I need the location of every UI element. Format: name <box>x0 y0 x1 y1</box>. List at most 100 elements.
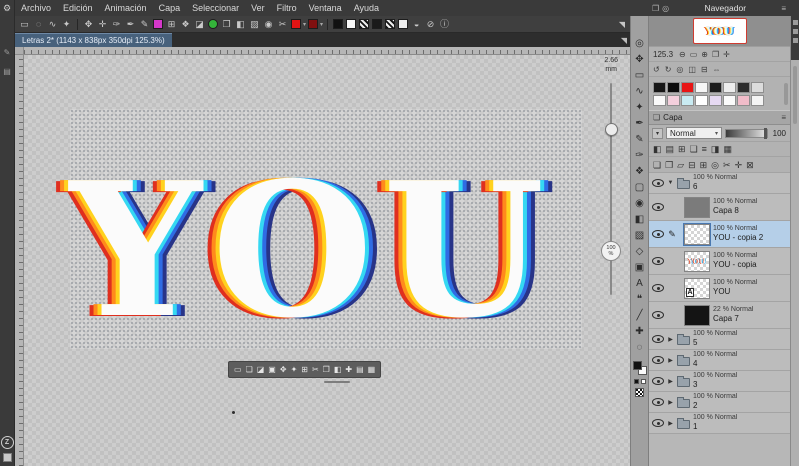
palette-b-icon[interactable]: ▤ <box>666 143 675 155</box>
palette-e-icon[interactable]: ≡ <box>702 143 707 155</box>
launcher-drag-handle[interactable] <box>324 381 350 383</box>
layer-thumbnail[interactable] <box>684 304 710 326</box>
app-logo-icon[interactable]: Z <box>0 436 14 449</box>
launcher-icon-9[interactable]: ◧ <box>334 363 342 376</box>
palette-d-icon[interactable]: ❏ <box>690 143 698 155</box>
nav-rotate-right-icon[interactable]: ↻ <box>665 65 672 74</box>
duplicate-icon[interactable]: ❐ <box>220 16 233 32</box>
brush-tool-icon[interactable]: ✑ <box>632 148 648 164</box>
line-tool-icon[interactable]: ╱ <box>632 308 648 324</box>
panel-scrollbar-thumb[interactable] <box>793 66 797 124</box>
nav-actual-size-icon[interactable]: ✛ <box>723 50 730 59</box>
dock-icon[interactable] <box>792 29 798 34</box>
layers-panel-menu-icon[interactable]: ≡ <box>781 113 786 122</box>
fill-tool-icon[interactable]: ◧ <box>632 212 648 228</box>
color-swatch[interactable] <box>695 82 708 93</box>
white-swatch-icon[interactable] <box>346 19 357 29</box>
toolbar-collapse-icon[interactable]: ◥ <box>619 20 627 29</box>
ruler-icon[interactable]: ✛ <box>735 159 743 171</box>
menu-item-ventana[interactable]: Ventana <box>303 0 348 16</box>
document-tab[interactable]: Letras 2* (1143 x 838px 350dpi 125.3%) <box>15 33 172 47</box>
menu-item-seleccionar[interactable]: Seleccionar <box>186 0 245 16</box>
color-swatch[interactable] <box>653 82 666 93</box>
nav-reset-view-icon[interactable]: ⇔ <box>713 65 721 74</box>
color-swatch[interactable] <box>751 82 764 93</box>
red-swatch-icon[interactable] <box>291 19 301 29</box>
layer-thumbnail[interactable] <box>684 196 710 218</box>
color-swatch[interactable] <box>681 95 694 106</box>
gradient-tool-icon[interactable]: ▨ <box>632 228 648 244</box>
cut-icon[interactable]: ✂ <box>276 16 289 32</box>
visibility-eye-icon[interactable] <box>652 335 664 343</box>
red-swatch-group[interactable]: ▾ <box>290 19 306 29</box>
color-swatch[interactable] <box>723 82 736 93</box>
left-dock-icon-0[interactable]: ✎ <box>4 48 11 57</box>
fill-icon[interactable]: ◧ <box>234 16 247 32</box>
navigate-icon[interactable]: ✛ <box>96 16 109 32</box>
tabbar-collapse-icon[interactable]: ◥ <box>621 34 630 47</box>
pen-icon[interactable]: ✒ <box>124 16 137 32</box>
panel-menu-icon[interactable]: ≡ <box>781 4 786 13</box>
launcher-icon-2[interactable]: ◪ <box>257 363 265 376</box>
launcher-icon-0[interactable]: ▭ <box>234 363 242 376</box>
layer-row-5[interactable]: ▶ 100 % Normal 5 <box>649 329 790 350</box>
color-swatch[interactable] <box>723 95 736 106</box>
palette-c-icon[interactable]: ⊞ <box>678 143 686 155</box>
layer-row-2[interactable]: ▶ 100 % Normal 2 <box>649 392 790 413</box>
pattern-swatch-2-icon[interactable] <box>385 19 396 29</box>
sub-color-chip[interactable] <box>640 379 646 384</box>
apply-mask-icon[interactable]: ✂ <box>723 159 731 171</box>
menu-item-archivo[interactable]: Archivo <box>15 0 57 16</box>
palette-g-icon[interactable]: ▦ <box>723 143 732 155</box>
delete-layer-icon[interactable]: ⊠ <box>746 159 754 171</box>
color-swatch[interactable] <box>667 95 680 106</box>
nav-reset-rotation-icon[interactable]: ◎ <box>676 65 683 74</box>
menu-item-filtro[interactable]: Filtro <box>271 0 303 16</box>
color-swatch[interactable] <box>681 82 694 93</box>
navigator-view-frame[interactable]: YOU <box>692 18 747 44</box>
light-swatch-icon[interactable] <box>398 19 409 29</box>
nav-zoom-in-icon[interactable]: ⊕ <box>701 50 708 59</box>
decoration-icon[interactable]: ❖ <box>179 16 192 32</box>
merge-down-icon[interactable]: ⊞ <box>700 159 708 171</box>
menu-item-edición[interactable]: Edición <box>57 0 99 16</box>
dock-icon[interactable] <box>792 20 798 25</box>
move-tool-icon[interactable]: ✥ <box>632 52 648 68</box>
visibility-eye-icon[interactable] <box>652 419 664 427</box>
layer-thumbnail[interactable]: YOU <box>684 250 710 272</box>
balloon-tool-icon[interactable]: ❝ <box>632 292 648 308</box>
zoom-slider-track[interactable] <box>610 83 612 295</box>
visibility-eye-icon[interactable] <box>652 356 664 364</box>
lightcircle-tool-icon[interactable]: ◌ <box>632 340 648 356</box>
blend-mode-select[interactable]: Normal ▾ <box>666 127 722 139</box>
visibility-eye-icon[interactable] <box>652 257 664 265</box>
lasso-tool-icon[interactable]: ∿ <box>632 84 648 100</box>
nav-flip-horizontal-icon[interactable]: ◫ <box>688 65 696 74</box>
left-dock-icon-1[interactable]: ▤ <box>3 67 11 76</box>
pencil-icon[interactable]: ✎ <box>138 16 151 32</box>
visibility-eye-icon[interactable] <box>652 230 664 238</box>
layer-row-4[interactable]: ▶ 100 % Normal 4 <box>649 350 790 371</box>
info-icon[interactable]: ⓘ <box>438 16 451 32</box>
transfer-down-icon[interactable]: ⊟ <box>688 159 696 171</box>
launcher-icon-8[interactable]: ❐ <box>323 363 330 376</box>
color-swatch[interactable] <box>709 95 722 106</box>
palette-a-icon[interactable]: ◧ <box>653 143 662 155</box>
panel-tab-icon-1[interactable]: ◎ <box>662 4 669 13</box>
dock-icon[interactable] <box>792 38 798 43</box>
gradient-icon[interactable]: ▨ <box>248 16 261 32</box>
grid-icon[interactable]: ⊞ <box>165 16 178 32</box>
new-raster-layer-icon[interactable]: ❏ <box>653 159 661 171</box>
menu-item-ver[interactable]: Ver <box>245 0 271 16</box>
layer-mask-icon[interactable]: ◎ <box>711 159 719 171</box>
black-swatch-icon[interactable] <box>333 19 344 29</box>
layer-row-6[interactable]: ▼ 100 % Normal 6 <box>649 173 790 194</box>
correction-tool-icon[interactable]: ✚ <box>632 324 648 340</box>
nav-zoom-slider-icon[interactable]: ▭ <box>690 50 698 59</box>
launcher-icon-6[interactable]: ⊞ <box>301 363 308 376</box>
folder-expand-arrow-icon[interactable]: ▶ <box>667 336 674 343</box>
layer-row-3[interactable]: ▶ 100 % Normal 3 <box>649 371 790 392</box>
eyedropper-icon[interactable]: ✑ <box>110 16 123 32</box>
folder-expand-arrow-icon[interactable]: ▶ <box>667 399 674 406</box>
figure-tool-icon[interactable]: ◇ <box>632 244 648 260</box>
